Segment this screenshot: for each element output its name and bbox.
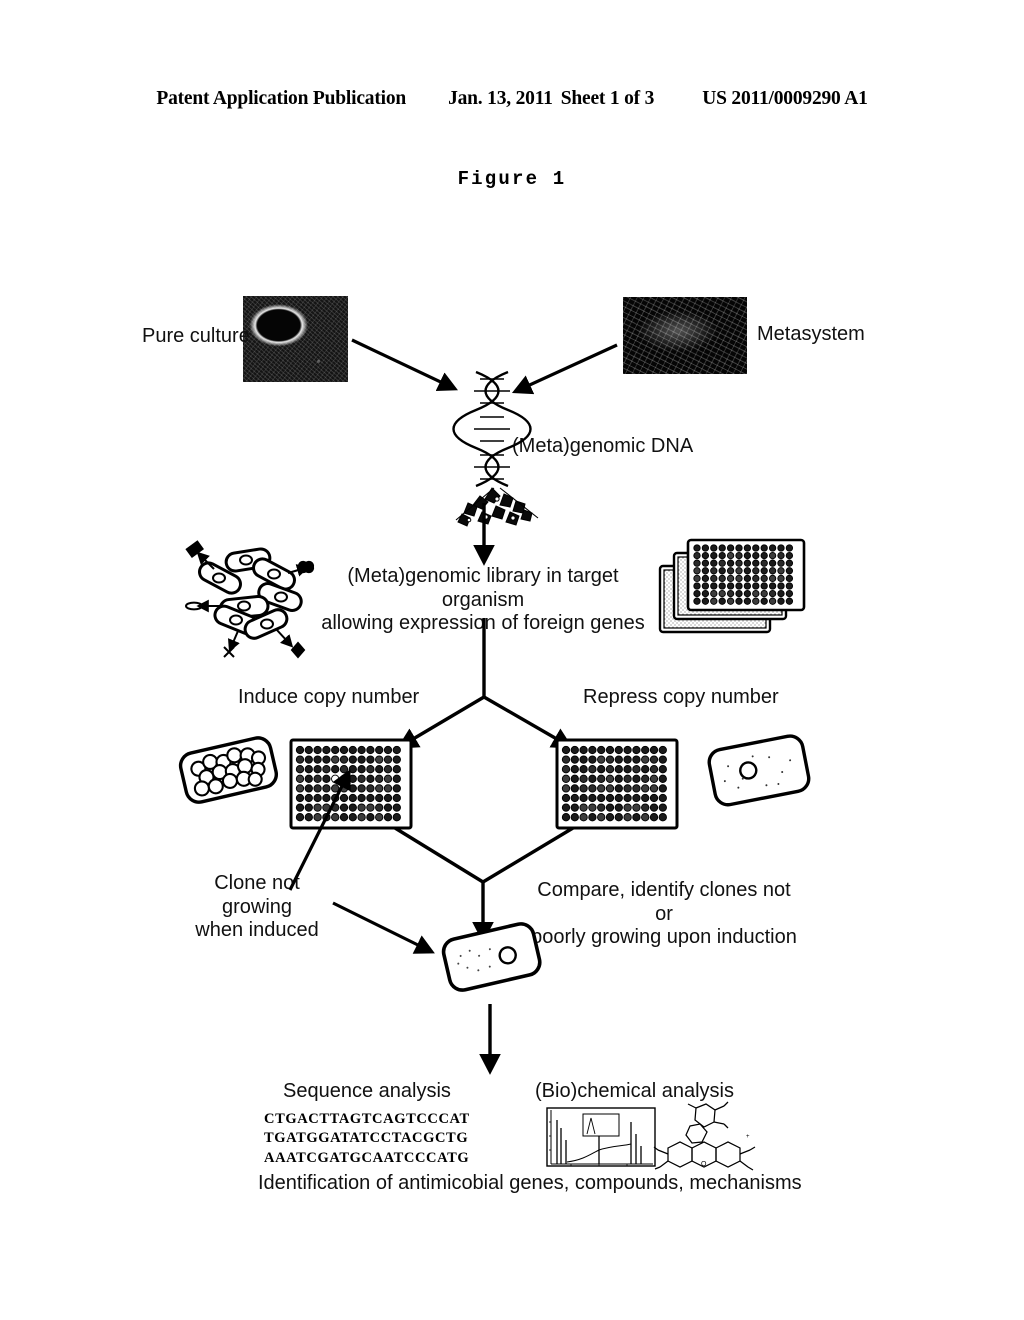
microplate-repressed-icon <box>555 738 679 830</box>
sheet-number: Sheet 1 of 3 <box>560 88 655 109</box>
svg-text:+: + <box>746 1134 750 1140</box>
sequence-analysis-label: Sequence analysis <box>283 1080 451 1102</box>
diagram-canvas: O + <box>178 338 811 1171</box>
microplate-stack-icon <box>658 538 806 634</box>
identification-label: Identification of antimicobial genes, co… <box>258 1172 802 1194</box>
biochemical-analysis-label: (Bio)chemical analysis <box>535 1080 734 1102</box>
metasystem-label: Metasystem <box>757 323 865 345</box>
dna-sequence-text: CTGACTTAGTCAGTCCCAT TGATGGATATCCTACGCTG … <box>264 1111 470 1166</box>
pure-culture-photo <box>243 296 348 382</box>
genomic-dna-label: (Meta)genomic DNA <box>512 435 694 457</box>
figure-caption: Figure 1 <box>457 168 567 190</box>
arrow-fork-induce <box>396 695 485 749</box>
chromatogram-icon <box>546 1107 656 1167</box>
dna-fragments-icon <box>457 487 533 527</box>
petri-dish-many-colonies-icon <box>178 736 278 804</box>
microplate-induced-icon <box>289 738 413 830</box>
svg-text:O: O <box>701 1161 707 1168</box>
patent-number: US 2011/0009290 A1 <box>702 88 868 109</box>
arrow-fork-repress <box>483 695 574 749</box>
metasystem-photo <box>623 297 747 374</box>
publication-date: Jan. 13, 2011 <box>448 88 553 109</box>
induce-copy-number-label: Induce copy number <box>238 686 420 708</box>
petri-dish-single-colony-right-icon <box>707 734 811 807</box>
chemical-structure-icon: O + <box>653 1101 756 1171</box>
clone-not-growing-label: Clone not growing when induced <box>195 872 319 942</box>
pure-culture-label: Pure culture <box>142 325 250 347</box>
petri-dish-result-icon <box>441 922 542 992</box>
patent-header: Patent Application Publication Jan. 13, … <box>0 88 1024 110</box>
publication-title: Patent Application Publication <box>156 88 407 109</box>
arrow-pure-to-dna <box>351 338 458 391</box>
compare-identify-label: Compare, identify clones not or poorly g… <box>531 879 797 949</box>
arrow-metasystem-to-dna <box>511 343 618 395</box>
bacteria-cluster-icon <box>185 540 315 659</box>
repress-copy-number-label: Repress copy number <box>583 686 779 708</box>
library-label: (Meta)genomic library in target organism… <box>321 565 645 635</box>
arrow-clone-label-to-dish <box>332 901 435 954</box>
